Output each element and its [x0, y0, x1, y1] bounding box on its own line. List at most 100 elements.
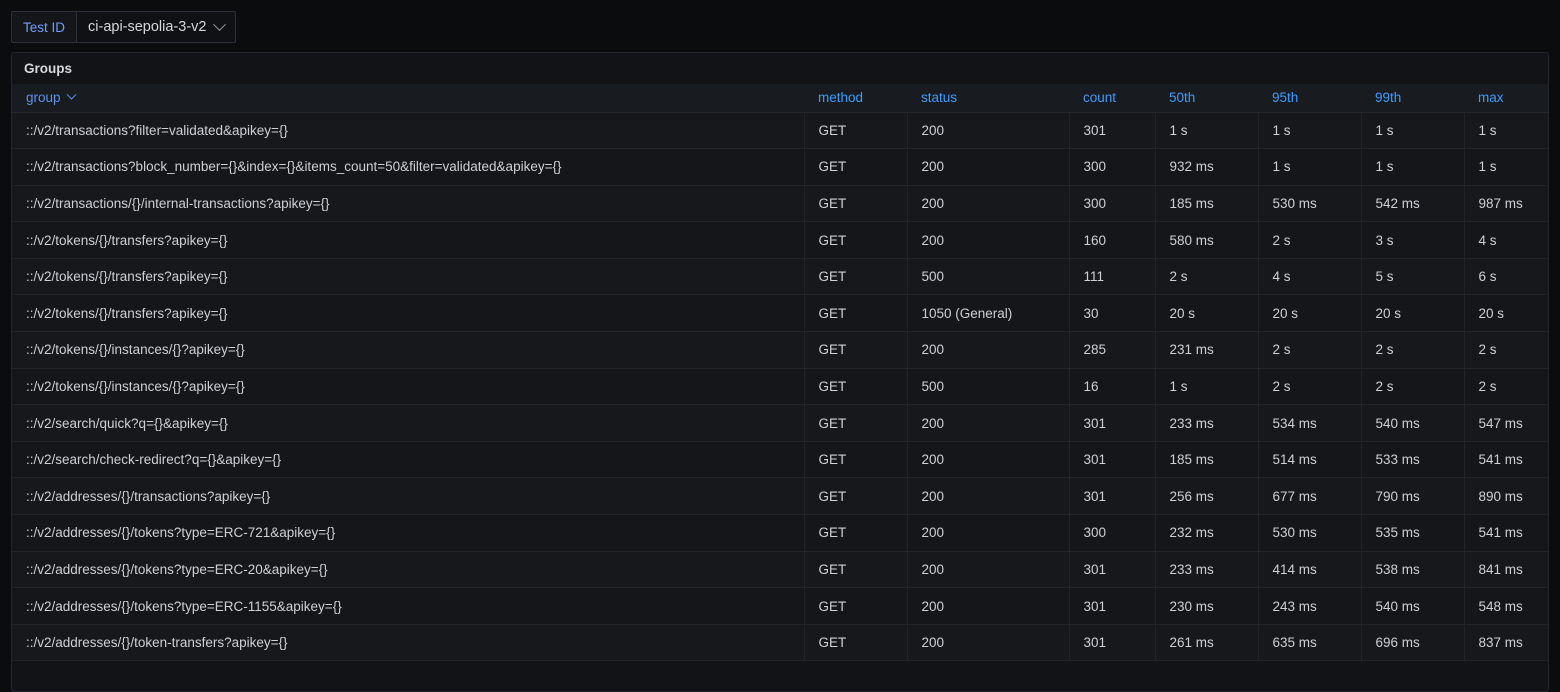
column-header-status[interactable]: status	[907, 84, 1069, 113]
cell-p99: 538 ms	[1361, 551, 1465, 589]
column-header-99th[interactable]: 99th	[1361, 84, 1464, 113]
chevron-down-icon	[66, 89, 76, 100]
cell-p95: 635 ms	[1258, 624, 1362, 662]
cell-method: GET	[804, 221, 908, 259]
variable-bar: Test ID ci-api-sepolia-3-v2	[11, 11, 237, 43]
cell-max: 1 s	[1464, 112, 1548, 150]
cell-status: 200	[907, 112, 1070, 150]
cell-count: 111	[1069, 258, 1156, 296]
cell-group: ::/v2/addresses/{}/tokens?type=ERC-1155&…	[12, 587, 805, 625]
cell-method: GET	[804, 441, 908, 479]
cell-count: 160	[1069, 221, 1156, 259]
table-row[interactable]: ::/v2/tokens/{}/instances/{}?apikey={} GE…	[12, 368, 1548, 406]
cell-p95: 1 s	[1258, 148, 1362, 186]
test-id-variable-select[interactable]: ci-api-sepolia-3-v2	[76, 11, 237, 43]
table-row[interactable]: ::/v2/tokens/{}/transfers?apikey={} GET 20…	[12, 221, 1548, 259]
cell-status: 200	[907, 551, 1070, 589]
cell-p95: 1 s	[1258, 112, 1362, 150]
column-header-group[interactable]: group	[12, 84, 804, 113]
chevron-down-icon	[213, 17, 227, 31]
cell-method: GET	[804, 624, 908, 662]
cell-status: 500	[907, 368, 1070, 406]
cell-method: GET	[804, 294, 908, 333]
panel-title: Groups	[12, 53, 1548, 84]
cell-count: 301	[1069, 112, 1156, 150]
table-row[interactable]: ::/v2/search/check-redirect?q={}&apikey=…	[12, 441, 1548, 479]
cell-group: ::/v2/tokens/{}/transfers?apikey={}	[12, 221, 805, 259]
cell-method: GET	[804, 258, 908, 296]
cell-p99: 535 ms	[1361, 514, 1465, 552]
groups-panel: Groups group method status count 50th 95…	[11, 52, 1549, 692]
column-header-50th[interactable]: 50th	[1155, 84, 1258, 113]
cell-p99: 540 ms	[1361, 587, 1465, 625]
table-row[interactable]: ::/v2/tokens/{}/transfers?apikey={} GET 10…	[12, 294, 1548, 333]
cell-max: 2 s	[1464, 331, 1548, 369]
table-row[interactable]: ::/v2/addresses/{}/tokens?type=ERC-20&ap…	[12, 551, 1548, 589]
cell-status: 200	[907, 514, 1070, 552]
cell-p95: 2 s	[1258, 221, 1362, 259]
cell-count: 300	[1069, 514, 1156, 552]
cell-p95: 414 ms	[1258, 551, 1362, 589]
cell-max: 548 ms	[1464, 587, 1548, 625]
cell-p50: 256 ms	[1155, 477, 1259, 516]
cell-method: GET	[804, 331, 908, 369]
cell-group: ::/v2/transactions?filter=validated&apik…	[12, 112, 805, 150]
table-row[interactable]: ::/v2/addresses/{}/token-transfers?apike…	[12, 624, 1548, 662]
column-header-method[interactable]: method	[804, 84, 907, 113]
cell-method: GET	[804, 587, 908, 625]
table-row[interactable]: ::/v2/tokens/{}/transfers?apikey={} GET 50…	[12, 258, 1548, 296]
cell-p50: 261 ms	[1155, 624, 1259, 662]
cell-method: GET	[804, 368, 908, 406]
column-header-count[interactable]: count	[1069, 84, 1155, 113]
table-row[interactable]: ::/v2/transactions?filter=validated&apik…	[12, 112, 1548, 150]
test-id-variable-label: Test ID	[11, 11, 77, 43]
cell-count: 16	[1069, 368, 1156, 406]
cell-max: 541 ms	[1464, 514, 1548, 552]
cell-status: 200	[907, 587, 1070, 625]
cell-method: GET	[804, 551, 908, 589]
cell-p50: 932 ms	[1155, 148, 1259, 186]
cell-p50: 580 ms	[1155, 221, 1259, 259]
cell-status: 200	[907, 148, 1070, 186]
cell-p99: 1 s	[1361, 112, 1465, 150]
table-row[interactable]: ::/v2/transactions?block_number={}&index…	[12, 148, 1548, 186]
cell-max: 4 s	[1464, 221, 1548, 259]
cell-count: 285	[1069, 331, 1156, 369]
table-header-row: group method status count 50th 95th 99th…	[12, 84, 1548, 113]
cell-p99: 3 s	[1361, 221, 1465, 259]
cell-p95: 2 s	[1258, 331, 1362, 369]
cell-p95: 677 ms	[1258, 477, 1362, 516]
cell-count: 301	[1069, 587, 1156, 625]
table-body: ::/v2/transactions?filter=validated&apik…	[12, 112, 1548, 662]
table-row[interactable]: ::/v2/addresses/{}/tokens?type=ERC-1155&…	[12, 587, 1548, 625]
cell-status: 200	[907, 477, 1070, 516]
cell-method: GET	[804, 404, 908, 442]
cell-group: ::/v2/tokens/{}/transfers?apikey={}	[12, 294, 805, 333]
cell-group: ::/v2/tokens/{}/instances/{}?apikey={}	[12, 368, 805, 406]
table-row[interactable]: ::/v2/addresses/{}/transactions?apikey={…	[12, 477, 1548, 516]
table-row[interactable]: ::/v2/tokens/{}/instances/{}?apikey={} GE…	[12, 331, 1548, 369]
cell-status: 1050 (General)	[907, 294, 1070, 333]
cell-count: 301	[1069, 477, 1156, 516]
table-row[interactable]: ::/v2/addresses/{}/tokens?type=ERC-721&a…	[12, 514, 1548, 552]
cell-p50: 1 s	[1155, 368, 1259, 406]
table-row[interactable]: ::/v2/search/quick?q={}&apikey={} GET 200 3…	[12, 404, 1548, 442]
cell-max: 841 ms	[1464, 551, 1548, 589]
cell-p95: 530 ms	[1258, 185, 1362, 223]
cell-count: 301	[1069, 404, 1156, 442]
table-row[interactable]: ::/v2/transactions/{}/internal-transacti…	[12, 185, 1548, 223]
cell-method: GET	[804, 148, 908, 186]
cell-group: ::/v2/addresses/{}/transactions?apikey={…	[12, 477, 805, 516]
cell-group: ::/v2/search/check-redirect?q={}&apikey=…	[12, 441, 805, 479]
cell-max: 837 ms	[1464, 624, 1548, 662]
cell-p99: 540 ms	[1361, 404, 1465, 442]
column-header-95th[interactable]: 95th	[1258, 84, 1361, 113]
cell-p99: 5 s	[1361, 258, 1465, 296]
cell-p99: 20 s	[1361, 294, 1465, 333]
cell-p50: 20 s	[1155, 294, 1259, 333]
cell-method: GET	[804, 185, 908, 223]
column-header-max[interactable]: max	[1464, 84, 1548, 113]
cell-group: ::/v2/addresses/{}/tokens?type=ERC-20&ap…	[12, 551, 805, 589]
cell-p50: 233 ms	[1155, 404, 1259, 442]
cell-method: GET	[804, 514, 908, 552]
